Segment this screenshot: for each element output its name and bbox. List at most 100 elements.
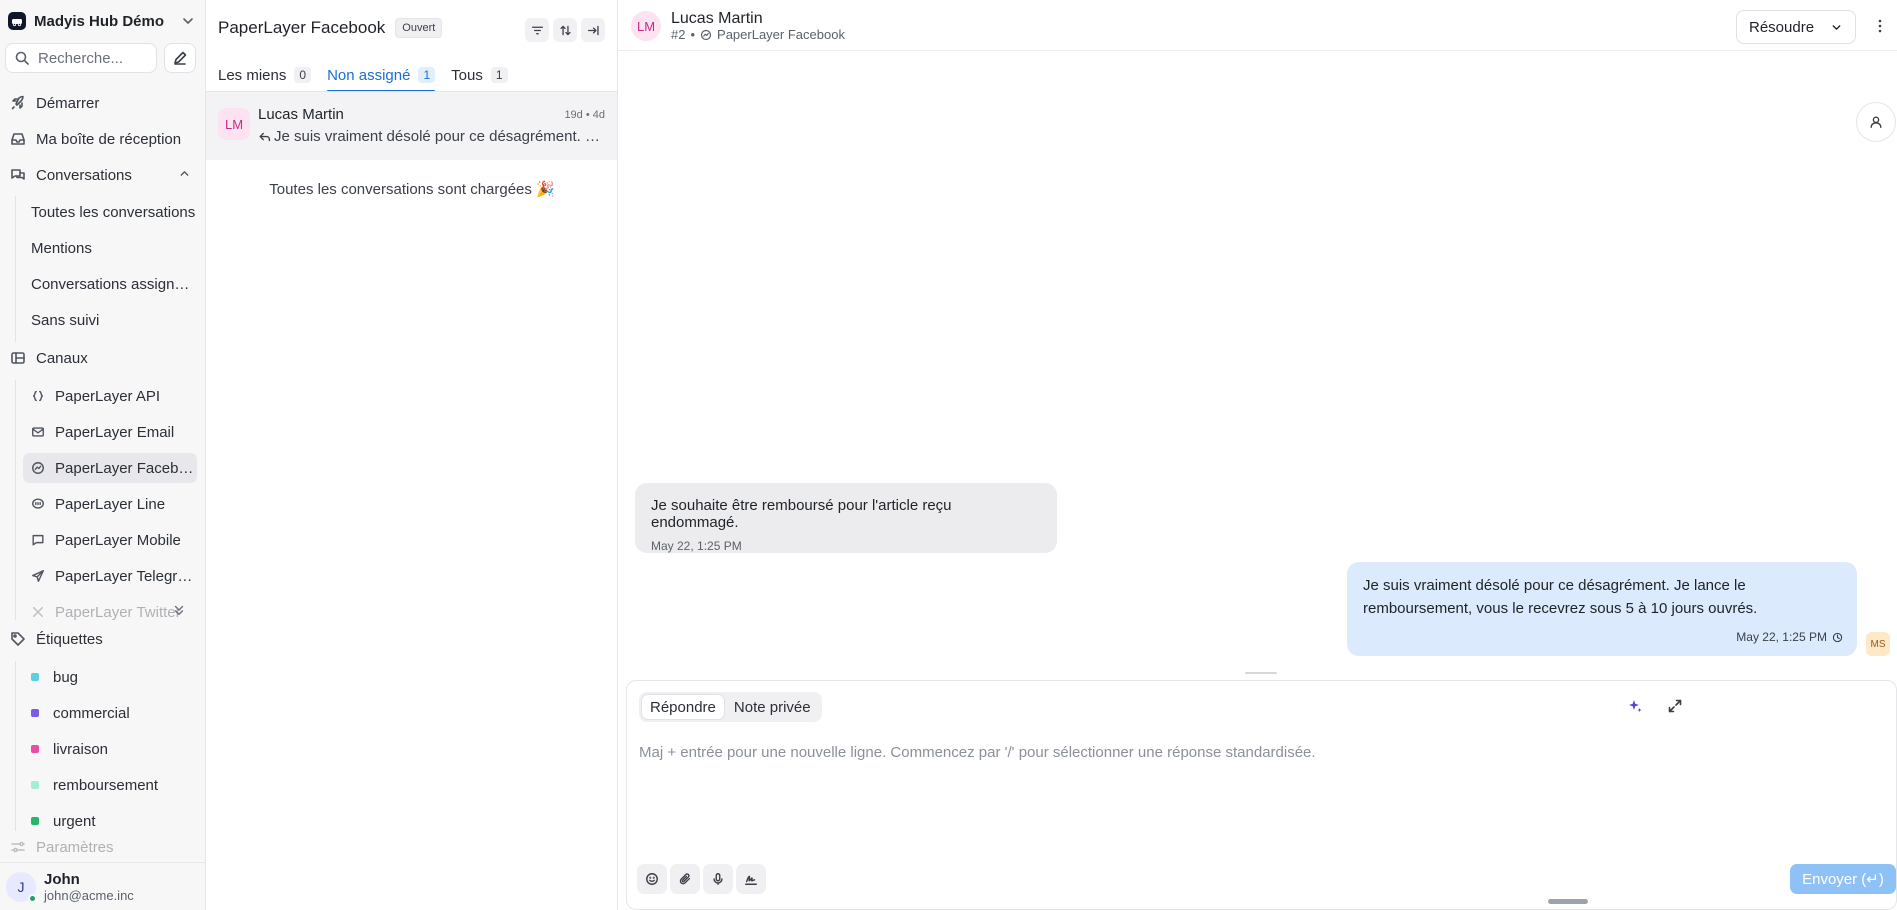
sidebar-item-label-urgent[interactable]: urgent: [23, 806, 197, 836]
status-badge[interactable]: Ouvert: [395, 18, 443, 38]
sidebar-item-label: commercial: [53, 704, 130, 722]
label-color-dot: [31, 781, 39, 789]
sidebar-item-label-commercial[interactable]: commercial: [23, 698, 197, 728]
search-box: [5, 43, 157, 73]
x-twitter-icon: [31, 605, 45, 619]
scroll-handle[interactable]: [1548, 899, 1588, 904]
sidebar-item-mentions[interactable]: Mentions: [23, 233, 197, 263]
avatar[interactable]: LM: [631, 11, 661, 41]
sidebar-item-assigned[interactable]: Conversations assignées: [23, 269, 197, 299]
message-time: May 22, 1:25 PM: [651, 539, 742, 553]
tab-all[interactable]: Tous 1: [451, 59, 508, 91]
filter-icon: [531, 24, 544, 37]
more-options-button[interactable]: [1872, 18, 1888, 34]
code-braces-icon: [31, 389, 45, 403]
nav-inbox-label: Ma boîte de réception: [36, 130, 182, 148]
tab-label: Tous: [451, 66, 483, 84]
conversation-list-panel: PaperLayer Facebook Ouvert Les miens 0 N…: [206, 0, 618, 910]
filter-button[interactable]: [525, 18, 549, 42]
inbox-icon: [10, 131, 26, 147]
contact-details-button[interactable]: [1856, 102, 1896, 142]
tab-unassigned[interactable]: Non assigné 1: [327, 59, 436, 92]
nav-labels[interactable]: Étiquettes: [8, 624, 198, 654]
send-button[interactable]: Envoyer (↵): [1790, 864, 1896, 894]
reply-mode-button[interactable]: Répondre: [642, 695, 724, 719]
search-input[interactable]: [38, 49, 148, 67]
sparkles-icon: [1627, 698, 1643, 714]
sidebar-item-channel-mobile[interactable]: PaperLayer Mobile: [23, 525, 197, 555]
nav-channels-label: Canaux: [36, 349, 88, 367]
sidebar-item-unattended[interactable]: Sans suivi: [23, 305, 197, 335]
sidebar-item-label: Sans suivi: [31, 311, 100, 329]
double-chevron-down-icon[interactable]: [172, 603, 186, 617]
sidebar-item-channel-facebook[interactable]: PaperLayer Facebook: [23, 453, 197, 483]
avatar: LM: [218, 108, 250, 140]
nav-settings[interactable]: Paramètres: [8, 833, 198, 861]
message-meta: May 22, 1:25 PM: [1736, 630, 1843, 644]
conversation-preview: Je suis vraiment désolé pour ce désagrém…: [258, 128, 603, 145]
signature-button[interactable]: [736, 864, 766, 894]
sidebar-item-channel-telegram[interactable]: PaperLayer Telegram: [23, 561, 197, 591]
collapse-panel-button[interactable]: [581, 18, 605, 42]
sidebar-item-label: urgent: [53, 812, 96, 830]
ai-assist-button[interactable]: [1627, 698, 1643, 714]
conversation-contact-name: Lucas Martin: [258, 106, 344, 123]
nav-start-label: Démarrer: [36, 94, 100, 112]
workspace-name: Madyis Hub Démo: [34, 12, 165, 30]
tab-label: Non assigné: [327, 66, 411, 84]
list-item[interactable]: LM Lucas Martin 19d • 4d Je suis vraimen…: [206, 92, 617, 160]
emoji-button[interactable]: [637, 864, 667, 894]
outgoing-message: Je suis vraiment désolé pour ce désagrém…: [1347, 562, 1857, 656]
sidebar-item-label: livraison: [53, 740, 109, 758]
nav-channels[interactable]: Canaux: [8, 343, 198, 373]
private-note-button[interactable]: Note privée: [726, 695, 819, 719]
sidebar-item-label: PaperLayer Twitter: [55, 603, 181, 621]
resize-handle[interactable]: [1245, 672, 1277, 674]
expand-editor-button[interactable]: [1667, 698, 1683, 714]
sidebar-item-label-remboursement[interactable]: remboursement: [23, 770, 197, 800]
tab-count: 1: [418, 67, 436, 83]
sidebar-item-all-conversations[interactable]: Toutes les conversations: [23, 197, 197, 227]
nav-start[interactable]: Démarrer: [8, 88, 198, 118]
workspace-switcher[interactable]: Madyis Hub Démo: [8, 8, 198, 34]
contact-name[interactable]: Lucas Martin: [671, 10, 763, 28]
tab-count: 0: [294, 67, 312, 83]
voice-record-button[interactable]: [703, 864, 733, 894]
compose-button[interactable]: [164, 43, 196, 73]
list-title: PaperLayer Facebook: [218, 18, 386, 37]
list-header: PaperLayer Facebook Ouvert: [218, 18, 443, 38]
nav-conversations[interactable]: Conversations: [8, 160, 198, 190]
attach-file-button[interactable]: [670, 864, 700, 894]
sort-button[interactable]: [553, 18, 577, 42]
nav-inbox[interactable]: Ma boîte de réception: [8, 124, 198, 154]
nav-labels-label: Étiquettes: [36, 630, 103, 648]
tab-label: Les miens: [218, 66, 287, 84]
label-color-dot: [31, 673, 39, 681]
chevron-up-icon[interactable]: [178, 167, 191, 180]
message-input[interactable]: [639, 744, 1879, 844]
channels-icon: [10, 350, 26, 366]
sidebar-item-label-bug[interactable]: bug: [23, 662, 197, 692]
sidebar-item-label: remboursement: [53, 776, 159, 794]
user-name: John: [44, 870, 80, 888]
sidebar-item-channel-api[interactable]: PaperLayer API: [23, 381, 197, 411]
sidebar-item-channel-line[interactable]: PaperLayer Line: [23, 489, 197, 519]
chevron-down-icon: [1830, 21, 1843, 34]
sidebar-item-channel-twitter[interactable]: PaperLayer Twitter: [23, 597, 197, 627]
channel-name: PaperLayer Facebook: [717, 27, 845, 42]
sidebar-item-label-livraison[interactable]: livraison: [23, 734, 197, 764]
user-profile[interactable]: J John john@acme.inc: [0, 862, 206, 910]
mail-icon: [31, 425, 45, 439]
arrow-to-right-icon: [587, 24, 600, 37]
chat-header: LM Lucas Martin #2 • PaperLayer Facebook…: [618, 0, 1897, 51]
message-square-icon: [31, 533, 45, 547]
messenger-icon: [31, 461, 45, 475]
label-color-dot: [31, 817, 39, 825]
tab-mine[interactable]: Les miens 0: [218, 59, 312, 91]
sidebar-item-channel-email[interactable]: PaperLayer Email: [23, 417, 197, 447]
search-icon: [14, 50, 30, 66]
clock-icon: [1832, 632, 1843, 643]
resolve-button[interactable]: Résoudre: [1736, 10, 1856, 44]
conversation-preview-text: Je suis vraiment désolé pour ce désagrém…: [274, 128, 603, 145]
reply-mode-switch: Répondre Note privée: [639, 692, 822, 722]
